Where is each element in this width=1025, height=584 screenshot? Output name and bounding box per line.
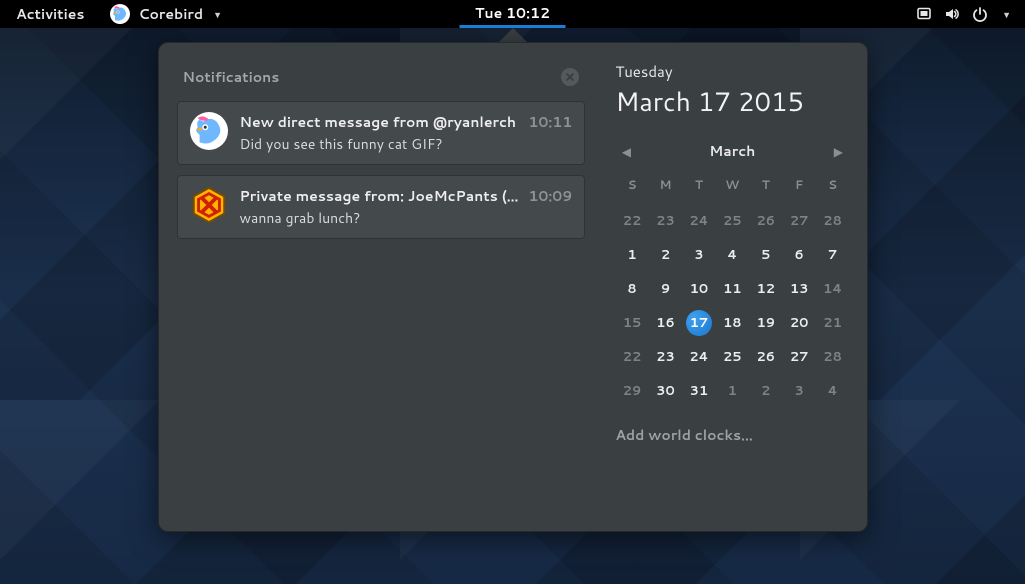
calendar-day[interactable]: 7	[816, 243, 849, 267]
notification-title: Private message from: JoeMcPants (...	[240, 186, 519, 206]
power-icon[interactable]	[972, 6, 988, 22]
datetime-popover: Notifications New direct message from @r…	[158, 28, 868, 532]
topbar-right: ▼	[916, 6, 1021, 22]
calendar-day[interactable]: 22	[615, 209, 648, 233]
next-month-button[interactable]: ▶	[827, 140, 849, 162]
calendar-day-today[interactable]: 17	[682, 311, 715, 335]
calendar-day[interactable]: 30	[649, 379, 682, 403]
calendar-day[interactable]: 10	[682, 277, 715, 301]
calendar-dayname: Tuesday	[615, 61, 849, 82]
volume-icon[interactable]	[944, 6, 960, 22]
calendar-day[interactable]: 14	[816, 277, 849, 301]
notification-item[interactable]: Private message from: JoeMcPants (... 10…	[177, 175, 586, 239]
calendar-day[interactable]: 2	[749, 379, 782, 403]
chevron-down-icon: ▼	[213, 8, 222, 21]
calendar-dow: F	[782, 172, 815, 199]
calendar-grid: SMTWTFS222324252627281234567891011121314…	[615, 172, 849, 403]
calendar-day[interactable]: 15	[615, 311, 648, 335]
calendar-day[interactable]: 6	[782, 243, 815, 267]
calendar-dow: M	[649, 172, 682, 199]
calendar-dow: W	[716, 172, 749, 199]
calendar-dow: S	[615, 172, 648, 199]
corebird-app-icon	[110, 4, 130, 24]
calendar-nav: ◀ March ▶	[615, 140, 849, 162]
notification-title: New direct message from @ryanlerch	[240, 112, 519, 132]
calendar-day[interactable]: 19	[749, 311, 782, 335]
calendar-day[interactable]: 2	[649, 243, 682, 267]
calendar-day[interactable]: 23	[649, 345, 682, 369]
calendar-day[interactable]: 22	[615, 345, 648, 369]
notifications-header: Notifications	[177, 61, 586, 101]
top-bar: Activities Corebird ▼ Tue 10:12	[0, 0, 1025, 28]
calendar-day[interactable]: 11	[716, 277, 749, 301]
calendar-section: Tuesday March 17 2015 ◀ March ▶ SMTWTFS2…	[599, 61, 849, 511]
clock-button[interactable]: Tue 10:12	[459, 0, 566, 28]
calendar-day[interactable]: 26	[749, 209, 782, 233]
hexchat-icon	[190, 186, 228, 224]
calendar-day[interactable]: 27	[782, 209, 815, 233]
notification-time: 10:09	[528, 186, 572, 206]
calendar-day[interactable]: 16	[649, 311, 682, 335]
prev-month-button[interactable]: ◀	[615, 140, 637, 162]
calendar-day[interactable]: 1	[716, 379, 749, 403]
notification-body: New direct message from @ryanlerch 10:11…	[240, 112, 573, 154]
topbar-left: Activities Corebird ▼	[4, 0, 234, 28]
calendar-day[interactable]: 9	[649, 277, 682, 301]
calendar-day[interactable]: 4	[816, 379, 849, 403]
app-menu[interactable]: Corebird ▼	[98, 0, 234, 28]
calendar-day[interactable]: 5	[749, 243, 782, 267]
notifications-section: Notifications New direct message from @r…	[177, 61, 600, 511]
calendar-day[interactable]: 31	[682, 379, 715, 403]
notification-time: 10:11	[528, 112, 572, 132]
calendar-day[interactable]: 12	[749, 277, 782, 301]
calendar-dow: T	[749, 172, 782, 199]
notification-body: Private message from: JoeMcPants (... 10…	[240, 186, 573, 228]
calendar-day[interactable]: 25	[716, 345, 749, 369]
calendar-day[interactable]: 1	[615, 243, 648, 267]
notification-message: wanna grab lunch?	[240, 208, 573, 228]
add-world-clocks-link[interactable]: Add world clocks...	[615, 425, 849, 445]
notification-message: Did you see this funny cat GIF?	[240, 134, 573, 154]
calendar-month-label: March	[709, 141, 755, 161]
calendar-day[interactable]: 24	[682, 345, 715, 369]
calendar-day[interactable]: 3	[682, 243, 715, 267]
app-menu-label: Corebird	[138, 4, 203, 24]
calendar-full-date: March 17 2015	[615, 84, 849, 120]
topbar-center: Tue 10:12	[459, 0, 566, 28]
calendar-day[interactable]: 29	[615, 379, 648, 403]
calendar-day[interactable]: 26	[749, 345, 782, 369]
calendar-day[interactable]: 8	[615, 277, 648, 301]
clear-notifications-button[interactable]	[561, 68, 579, 86]
calendar-day[interactable]: 4	[716, 243, 749, 267]
calendar-day[interactable]: 24	[682, 209, 715, 233]
calendar-dow: T	[682, 172, 715, 199]
calendar-day[interactable]: 18	[716, 311, 749, 335]
calendar-dow: S	[816, 172, 849, 199]
calendar-day[interactable]: 20	[782, 311, 815, 335]
calendar-day[interactable]: 21	[816, 311, 849, 335]
corebird-icon	[190, 112, 228, 150]
notification-item[interactable]: New direct message from @ryanlerch 10:11…	[177, 101, 586, 165]
popover-panel: Notifications New direct message from @r…	[158, 42, 868, 532]
calendar-day[interactable]: 13	[782, 277, 815, 301]
calendar-day[interactable]: 28	[816, 345, 849, 369]
calendar-day[interactable]: 28	[816, 209, 849, 233]
system-menu-chevron-icon[interactable]: ▼	[1002, 8, 1011, 21]
calendar-day[interactable]: 23	[649, 209, 682, 233]
calendar-day[interactable]: 25	[716, 209, 749, 233]
calendar-day[interactable]: 3	[782, 379, 815, 403]
a11y-icon[interactable]	[916, 6, 932, 22]
calendar-day[interactable]: 27	[782, 345, 815, 369]
popover-arrow	[499, 28, 527, 42]
notifications-title: Notifications	[183, 67, 280, 87]
activities-button[interactable]: Activities	[4, 0, 96, 28]
